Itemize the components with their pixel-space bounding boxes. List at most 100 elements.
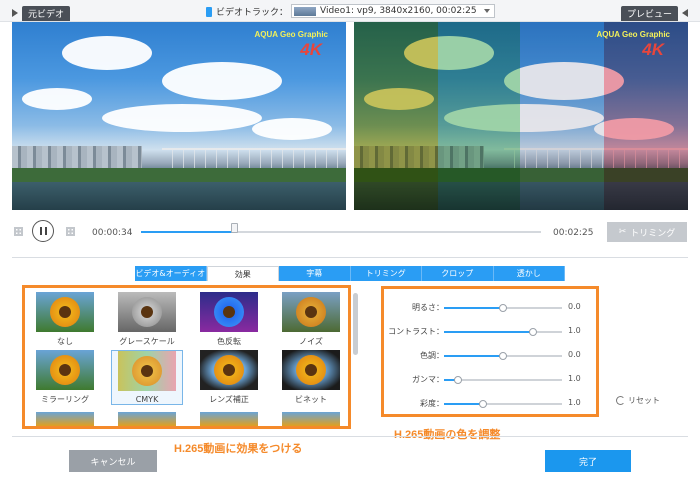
pause-icon	[39, 227, 42, 235]
video-frame: AQUA Geo Graphic 4K	[12, 22, 346, 210]
sunflower-vignette-icon	[282, 350, 340, 390]
adjust-value: 1.0	[568, 398, 581, 407]
effect-label: CMYK	[135, 395, 159, 404]
sunflower-cmyk-icon	[118, 351, 176, 391]
effect-label: ミラーリング	[41, 395, 89, 404]
video-track-label: ビデオトラック：	[206, 5, 288, 18]
adjust-slider-handle[interactable]	[528, 328, 537, 336]
sunflower-inverted-icon	[200, 292, 258, 332]
video-track-select-value: Video1: vp9, 3840x2160, 00:02:25	[320, 6, 477, 16]
adjust-row-0: 明るさ： 0.0	[384, 301, 596, 315]
effect-item-1[interactable]: グレースケール	[111, 292, 183, 347]
effect-item-partial[interactable]	[36, 412, 94, 426]
adjust-label: 色調：	[420, 351, 444, 360]
effect-item-3[interactable]: ノイズ	[275, 292, 347, 347]
ok-button[interactable]: 完了	[545, 450, 631, 472]
sunflower-grayscale-icon	[118, 292, 176, 332]
adjust-slider[interactable]	[444, 400, 562, 408]
adjust-row-4: 彩度： 1.0	[384, 397, 596, 411]
reset-button[interactable]: リセット	[616, 395, 660, 406]
sunflower-lens-icon	[200, 350, 258, 390]
progress-slider[interactable]	[141, 223, 541, 233]
cancel-button[interactable]: キャンセル	[69, 450, 157, 472]
adjust-value: 0.0	[568, 350, 581, 359]
preview-watermark-4k: 4K	[642, 40, 664, 59]
adjust-row-3: ガンマ： 1.0	[384, 373, 596, 387]
cmyk-tint-neutral	[520, 22, 604, 210]
grid-icon[interactable]	[14, 227, 23, 236]
effect-label: グレースケール	[119, 337, 175, 346]
adjust-value: 1.0	[568, 326, 581, 335]
preview-video-frame: AQUA Geo Graphic 4K	[354, 22, 688, 210]
back-triangle-icon	[682, 9, 688, 17]
original-video-tab-label: 元ビデオ	[22, 5, 71, 21]
preview-tab-label: プレビュー	[620, 5, 678, 21]
tab-0[interactable]: ビデオ&オーディオ	[135, 266, 207, 281]
video-thumbnail-icon	[294, 6, 316, 16]
scissors-icon: ✂	[618, 227, 627, 237]
chevron-down-icon	[484, 9, 490, 13]
colors-caption: H.265動画の色を調整	[394, 429, 501, 441]
effect-item-5[interactable]: CMYK	[111, 350, 183, 405]
video-track-select[interactable]: Video1: vp9, 3840x2160, 00:02:25	[291, 4, 495, 18]
progress-handle[interactable]	[230, 223, 238, 233]
tab-5[interactable]: 透かし	[493, 266, 565, 281]
adjust-slider-handle[interactable]	[499, 352, 507, 360]
effect-item-7[interactable]: ビネット	[275, 350, 347, 405]
effect-item-2[interactable]: 色反転	[193, 292, 265, 347]
sunflower-mirror-icon	[36, 350, 94, 390]
frame-grid-icon[interactable]	[66, 227, 75, 236]
effect-label: なし	[57, 337, 73, 346]
tab-1[interactable]: 効果	[206, 266, 279, 281]
adjust-slider[interactable]	[444, 328, 562, 336]
video-track-label-text: ビデオトラック：	[216, 8, 289, 18]
trim-button[interactable]: ✂ トリミング	[607, 222, 687, 242]
preview-tab[interactable]: プレビュー	[620, 5, 688, 21]
effect-item-partial[interactable]	[282, 412, 340, 426]
adjust-row-1: コントラスト： 1.0	[384, 325, 596, 339]
top-bar: 元ビデオ ビデオトラック： Video1: vp9, 3840x2160, 00…	[0, 0, 700, 22]
divider	[12, 257, 688, 258]
effect-item-0[interactable]: なし	[29, 292, 101, 347]
effect-label: ビネット	[295, 395, 327, 404]
preview-video-pane: AQUA Geo Graphic 4K	[354, 22, 688, 210]
tab-3[interactable]: トリミング	[350, 266, 422, 281]
adjust-slider-handle[interactable]	[499, 304, 507, 312]
trim-button-label: トリミング	[630, 228, 676, 239]
adjust-slider[interactable]	[444, 304, 562, 312]
original-video-tab[interactable]: 元ビデオ	[12, 5, 71, 21]
effect-item-4[interactable]: ミラーリング	[29, 350, 101, 405]
pause-button[interactable]	[32, 220, 54, 242]
adjust-value: 1.0	[568, 374, 581, 383]
cmyk-tint-yellow	[354, 22, 438, 210]
adjust-slider[interactable]	[444, 376, 562, 384]
effect-item-6[interactable]: レンズ補正	[193, 350, 265, 405]
effects-scrollbar[interactable]	[353, 293, 358, 355]
watermark-4k: 4K	[300, 40, 322, 59]
watermark-text: AQUA Geo Graphic	[254, 30, 329, 39]
preview-watermark-text: AQUA Geo Graphic	[596, 30, 671, 39]
progress-fill	[141, 231, 235, 233]
current-time: 00:00:34	[92, 228, 133, 238]
adjust-slider[interactable]	[444, 352, 562, 360]
adjust-slider-handle[interactable]	[454, 376, 463, 384]
adjust-value: 0.0	[568, 302, 581, 311]
effect-label: ノイズ	[299, 337, 323, 346]
effect-item-partial[interactable]	[200, 412, 258, 426]
adjust-slider-handle[interactable]	[478, 400, 487, 408]
adjust-row-2: 色調： 0.0	[384, 349, 596, 363]
cmyk-tint-cyan	[438, 22, 520, 210]
play-triangle-icon	[12, 9, 18, 17]
effect-label: 色反転	[217, 337, 241, 346]
tab-2[interactable]: 字幕	[279, 266, 351, 281]
color-adjust-panel: 明るさ： 0.0 コントラスト： 1.0 色調： 0.0 ガンマ： 1.0 彩度： 1.0	[381, 286, 599, 417]
adjust-label: 彩度：	[420, 399, 444, 408]
effect-item-partial[interactable]	[118, 412, 176, 426]
sunflower-noise-icon	[282, 292, 340, 332]
reset-label: リセット	[628, 396, 660, 405]
adjust-label: ガンマ：	[412, 375, 444, 384]
effects-caption: H.265動画に効果をつける	[174, 443, 303, 455]
total-time: 00:02:25	[553, 228, 594, 238]
effects-panel: なし グレースケール 色反転 ノイズミラーリング CMYK レンズ補正 ビネット	[22, 285, 351, 429]
tab-4[interactable]: クロップ	[422, 266, 494, 281]
